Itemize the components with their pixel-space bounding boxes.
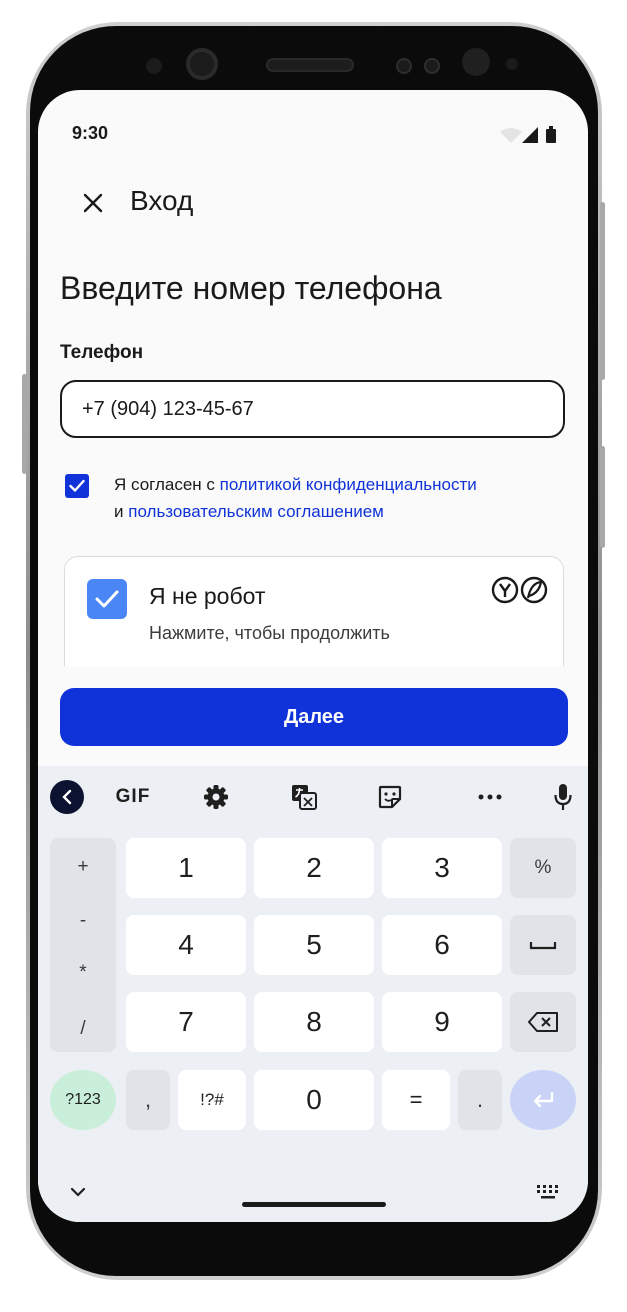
agreement-text-part: и (114, 502, 129, 521)
screen-heading: Введите номер телефона (60, 270, 442, 306)
key-8[interactable]: 8 (254, 992, 374, 1052)
microphone-icon[interactable] (548, 782, 578, 812)
sensor (462, 48, 490, 76)
equals-key[interactable]: = (382, 1070, 450, 1130)
sensor (396, 58, 412, 74)
key-0[interactable]: 0 (254, 1070, 374, 1130)
space-key[interactable] (510, 915, 576, 975)
wifi-icon (500, 128, 522, 143)
agreement-checkbox[interactable] (65, 474, 89, 498)
power-button (600, 202, 605, 380)
plus-key[interactable]: + (50, 856, 116, 878)
key-5[interactable]: 5 (254, 915, 374, 975)
enter-key[interactable] (510, 1070, 576, 1130)
sensor (506, 58, 518, 70)
gif-label: GIF (115, 786, 151, 807)
sticker-icon[interactable] (370, 782, 410, 812)
backspace-icon (528, 1012, 558, 1032)
captcha-title: Я не робот (149, 583, 266, 609)
period-key[interactable]: . (458, 1070, 502, 1130)
special-chars-key[interactable]: !?# (178, 1070, 246, 1130)
key-7[interactable]: 7 (126, 992, 246, 1052)
space-icon (529, 942, 557, 950)
minus-key[interactable]: - (50, 910, 116, 932)
status-icons (500, 126, 560, 149)
hide-keyboard-icon[interactable] (66, 1180, 90, 1204)
numeric-keyboard: GIF + - * / 1 2 3 % 4 5 6 7 8 9 ?123 , !… (38, 766, 588, 1222)
asterisk-key[interactable]: * (50, 962, 116, 984)
key-2[interactable]: 2 (254, 838, 374, 898)
side-button (600, 446, 605, 548)
collapse-toolbar-icon[interactable] (50, 780, 84, 814)
agreement-text: Я согласен с политикой конфиденциальност… (114, 471, 564, 525)
front-camera (186, 48, 218, 80)
volume-button (22, 374, 27, 474)
key-6[interactable]: 6 (382, 915, 502, 975)
phone-input-value: +7 (904) 123-45-67 (82, 397, 254, 420)
symbols-mode-key[interactable]: ?123 (50, 1070, 116, 1130)
slash-key[interactable]: / (50, 1018, 116, 1040)
privacy-policy-link[interactable]: политикой конфиденциальности (220, 475, 477, 494)
battery-icon (546, 129, 556, 143)
more-options-icon[interactable] (470, 782, 510, 812)
percent-key[interactable]: % (510, 838, 576, 898)
gif-button[interactable]: GIF (108, 782, 158, 812)
keyboard-switch-icon[interactable] (534, 1180, 562, 1204)
backspace-key[interactable] (510, 992, 576, 1052)
key-3[interactable]: 3 (382, 838, 502, 898)
captcha-checkbox[interactable] (87, 579, 127, 619)
page-title: Вход (130, 185, 194, 216)
sensor (146, 58, 162, 74)
settings-gear-icon[interactable] (198, 782, 234, 812)
agreement-text-part: Я согласен с (114, 475, 220, 494)
next-button[interactable]: Далее (60, 688, 568, 746)
close-icon[interactable] (78, 188, 108, 218)
home-indicator[interactable] (242, 1202, 386, 1207)
comma-key[interactable]: , (126, 1070, 170, 1130)
keyboard-toolbar: GIF (38, 766, 588, 828)
key-9[interactable]: 9 (382, 992, 502, 1052)
symbol-keys: + - * / (50, 838, 116, 1052)
phone-input[interactable]: +7 (904) 123-45-67 (60, 380, 565, 438)
sensor (424, 58, 440, 74)
phone-field-label: Телефон (60, 342, 144, 363)
captcha-subtitle: Нажмите, чтобы продолжить (149, 623, 390, 643)
key-4[interactable]: 4 (126, 915, 246, 975)
captcha-logo-icon (491, 575, 549, 610)
enter-icon (533, 1091, 554, 1108)
screen: 9:30 Вход Введите номер телефона Телефон… (38, 90, 588, 1222)
keyboard-nav-row (38, 1162, 588, 1222)
status-time: 9:30 (72, 123, 109, 143)
status-bar: 9:30 (38, 90, 588, 176)
key-1[interactable]: 1 (126, 838, 246, 898)
earpiece-speaker (266, 58, 354, 72)
signal-icon (522, 127, 538, 143)
user-agreement-link[interactable]: пользовательским соглашением (128, 502, 384, 521)
translate-icon[interactable] (284, 782, 324, 812)
